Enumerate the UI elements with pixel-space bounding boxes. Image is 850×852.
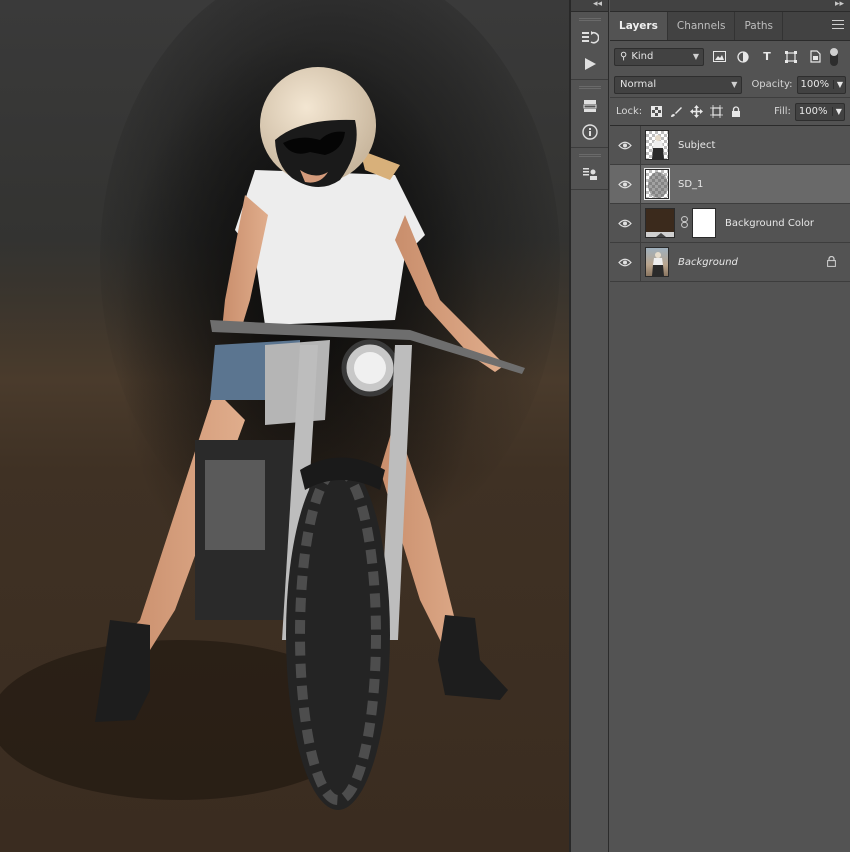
collapse-panel-button[interactable]: ▸▸	[610, 0, 850, 12]
layers-list: Subject SD_1 Background Color Background	[610, 126, 850, 282]
filter-toggle-switch[interactable]	[830, 47, 838, 66]
panel-tabs: Layers Channels Paths	[610, 12, 850, 41]
filter-kind-select[interactable]: ⚲ Kind ▼	[614, 47, 704, 66]
opacity-field[interactable]: 100% ▼	[796, 75, 846, 94]
visibility-eye-icon[interactable]	[610, 141, 640, 150]
photo-artwork	[0, 0, 560, 810]
visibility-eye-icon[interactable]	[610, 258, 640, 267]
history-icon[interactable]	[571, 25, 609, 51]
layer-thumbnail[interactable]	[645, 130, 669, 160]
lock-transparent-pixels-icon[interactable]	[646, 103, 666, 121]
blend-mode-value: Normal	[620, 79, 657, 90]
filter-kind-label: Kind	[631, 51, 654, 62]
chevron-down-icon[interactable]: ▼	[831, 106, 842, 116]
play-actions-icon[interactable]	[571, 51, 609, 77]
layer-background-color[interactable]: Background Color	[610, 204, 850, 243]
fill-field[interactable]: 100% ▼	[794, 102, 845, 121]
shape-layer-filter-icon[interactable]	[782, 48, 800, 66]
chevron-down-icon[interactable]: ▼	[832, 79, 843, 89]
properties-icon[interactable]	[571, 161, 609, 187]
tab-layers[interactable]: Layers	[610, 12, 668, 40]
lock-position-move-icon[interactable]	[686, 103, 706, 121]
layer-name[interactable]: Background	[678, 257, 738, 268]
lock-image-pixels-brush-icon[interactable]	[666, 103, 686, 121]
lock-label: Lock:	[616, 106, 643, 117]
layer-name[interactable]: Background Color	[725, 218, 814, 229]
search-icon: ⚲	[620, 51, 628, 62]
layers-panel: ▸▸ Layers Channels Paths ⚲ Kind ▼ T Norm…	[610, 0, 850, 852]
grip-handle[interactable]	[578, 86, 601, 89]
double-chevron-right-icon: ▸▸	[834, 0, 844, 9]
lock-all-icon[interactable]	[726, 103, 746, 121]
tab-channels[interactable]: Channels	[668, 12, 736, 40]
opacity-value: 100%	[800, 79, 830, 90]
blend-mode-select[interactable]: Normal ▼	[614, 75, 743, 94]
collapsed-panel-strip: ◂◂	[571, 0, 609, 852]
pixel-layer-filter-icon[interactable]	[710, 48, 728, 66]
libraries-icon[interactable]	[571, 93, 609, 119]
visibility-eye-icon[interactable]	[610, 180, 640, 189]
chevron-down-icon: ▼	[731, 79, 738, 89]
grip-handle[interactable]	[578, 154, 601, 157]
fill-layer-thumbnail[interactable]	[645, 208, 675, 238]
opacity-label: Opacity:	[751, 79, 793, 90]
mask-link-chain-icon[interactable]	[679, 215, 689, 231]
adjustment-layer-filter-icon[interactable]	[734, 48, 752, 66]
smart-object-filter-icon[interactable]	[806, 48, 824, 66]
layer-thumbnail[interactable]	[645, 247, 669, 277]
layer-thumbnail[interactable]	[644, 168, 670, 200]
layer-locked-icon	[827, 255, 836, 270]
tab-paths[interactable]: Paths	[735, 12, 783, 40]
chevron-down-icon: ▼	[692, 51, 699, 61]
artboard-autonest-icon[interactable]	[706, 103, 726, 121]
double-chevron-left-icon: ◂◂	[592, 0, 602, 9]
layer-subject[interactable]: Subject	[610, 126, 850, 165]
grip-handle[interactable]	[578, 18, 601, 21]
document-canvas[interactable]	[0, 0, 569, 852]
visibility-eye-icon[interactable]	[610, 219, 640, 228]
layer-sd-1[interactable]: SD_1	[610, 165, 850, 204]
fill-label: Fill:	[774, 106, 791, 117]
fill-value: 100%	[798, 106, 828, 117]
collapse-strip-button[interactable]: ◂◂	[571, 0, 608, 12]
layer-name[interactable]: SD_1	[678, 179, 703, 190]
panel-menu-icon[interactable]	[832, 20, 844, 30]
layer-background[interactable]: Background	[610, 243, 850, 282]
type-layer-filter-icon[interactable]: T	[758, 48, 776, 66]
info-icon[interactable]	[571, 119, 609, 145]
layer-mask-thumbnail[interactable]	[692, 208, 716, 238]
layer-name[interactable]: Subject	[678, 140, 715, 151]
